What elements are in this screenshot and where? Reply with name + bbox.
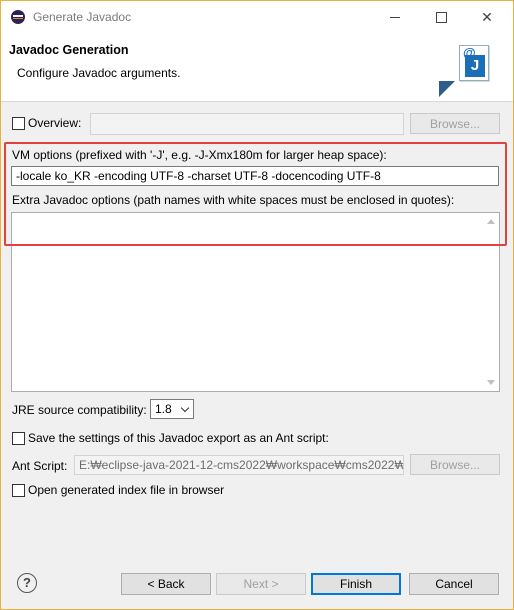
overview-label: Overview: — [28, 116, 82, 130]
minimize-icon — [390, 17, 400, 19]
wizard-header: Javadoc Generation Configure Javadoc arg… — [1, 33, 513, 102]
maximize-button[interactable] — [418, 1, 464, 33]
javadoc-banner-icon: @ J — [437, 41, 495, 99]
save-ant-checkbox[interactable] — [12, 432, 25, 445]
ant-script-field: E:₩eclipse-java-2021-12-cms2022₩workspac… — [74, 455, 404, 475]
save-ant-label: Save the settings of this Javadoc export… — [28, 431, 329, 445]
next-button[interactable]: Next > — [216, 573, 306, 595]
jre-select-value: 1.8 — [155, 402, 172, 416]
minimize-button[interactable] — [372, 1, 418, 33]
banner-j-glyph: J — [465, 55, 485, 77]
jre-label: JRE source compatibility: — [12, 403, 147, 417]
ant-script-label: Ant Script: — [12, 459, 68, 473]
jre-select[interactable]: 1.8 — [150, 399, 194, 419]
help-icon[interactable]: ? — [17, 573, 37, 593]
overview-browse-button[interactable]: Browse... — [410, 113, 500, 134]
scroll-down-icon[interactable] — [487, 380, 495, 385]
ant-browse-button[interactable]: Browse... — [410, 454, 500, 475]
page-subtitle: Configure Javadoc arguments. — [17, 66, 181, 80]
open-index-label: Open generated index file in browser — [28, 483, 225, 497]
back-button[interactable]: < Back — [121, 573, 211, 595]
open-index-checkbox[interactable] — [12, 484, 25, 497]
overview-checkbox[interactable] — [12, 117, 25, 130]
cancel-button[interactable]: Cancel — [409, 573, 499, 595]
chevron-down-icon — [180, 403, 190, 413]
eclipse-icon — [11, 10, 25, 24]
title-bar: Generate Javadoc ✕ — [1, 1, 513, 33]
finish-button[interactable]: Finish — [311, 573, 401, 595]
highlight-box — [4, 142, 507, 246]
overview-field — [90, 113, 404, 135]
page-title: Javadoc Generation — [9, 43, 129, 57]
close-button[interactable]: ✕ — [464, 1, 510, 33]
window-title: Generate Javadoc — [33, 10, 132, 24]
maximize-icon — [435, 12, 447, 24]
